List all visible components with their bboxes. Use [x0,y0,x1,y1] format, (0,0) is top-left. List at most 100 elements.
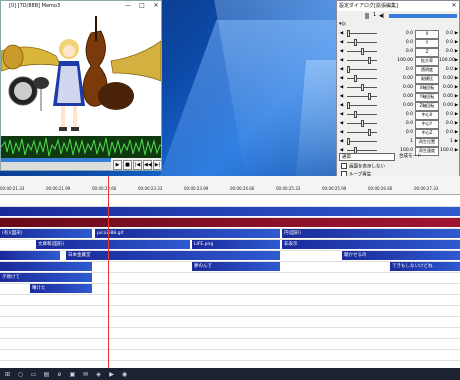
param-value-end[interactable]: 0.0 [439,47,453,56]
decrement-icon[interactable]: ◀ [339,38,344,47]
param-value-end[interactable]: 0.0 [439,38,453,47]
increment-icon[interactable]: ▶ [454,65,459,74]
play-button[interactable]: ▶ [113,160,122,170]
param-value-start[interactable]: 0.00 [397,92,413,101]
parameter-row[interactable]: ◀ 0.0 中心Y 0.0 ▶ [339,119,459,129]
param-value-start[interactable]: 0.0 [397,47,413,56]
layer-row[interactable] [0,295,460,306]
param-value-end[interactable]: 0.0 [439,29,453,38]
parameter-row[interactable]: ◀ 0.0 透明度 0.0 ▶ [339,65,459,75]
increment-icon[interactable]: ▶ [454,56,459,65]
timeline-clip[interactable]: 曙けた [30,284,92,293]
stop-button[interactable]: ■ [123,160,132,170]
increment-icon[interactable]: ▶ [454,47,459,56]
folder-icon[interactable]: ▤ [43,371,50,378]
timeline-clip[interactable]: 夕焼けて [0,273,92,282]
param-slider-track[interactable] [347,78,377,79]
param-slider-knob[interactable] [347,102,350,109]
playhead-cursor[interactable] [108,176,109,368]
layer-row[interactable] [0,306,460,317]
param-value-start[interactable]: 0.0 [397,128,413,137]
close-button[interactable]: ✕ [447,1,459,11]
param-slider-track[interactable] [347,141,377,142]
param-slider-knob[interactable] [347,138,350,145]
timeline-clip[interactable]: pico2i88.gif [95,229,280,238]
param-value-start[interactable]: 100.00 [397,56,413,65]
param-slider-knob[interactable] [347,66,350,73]
timeline-clip[interactable] [0,218,460,227]
timeline-clip[interactable]: 円(図形) [282,229,460,238]
param-value-start[interactable]: 0.00 [397,74,413,83]
param-value-start[interactable]: 0.0 [397,29,413,38]
param-slider-knob[interactable] [354,75,357,82]
param-slider-track[interactable] [347,114,377,115]
decrement-icon[interactable]: ◀ [339,128,344,137]
decrement-icon[interactable]: ◀ [339,74,344,83]
param-slider-knob[interactable] [368,93,371,100]
param-value-end[interactable]: 0.00 [439,101,453,110]
increment-icon[interactable]: ▶ [454,137,459,146]
timeline-clip[interactable] [0,207,460,216]
hide-screen-checkbox[interactable]: 画面を表示しない [341,163,385,170]
increment-icon[interactable]: ▶ [454,29,459,38]
param-slider-track[interactable] [347,42,377,43]
parameter-row[interactable]: ◀ 0.0 Y 0.0 ▶ [339,38,459,48]
param-value-start[interactable]: 0.00 [397,101,413,110]
decrement-icon[interactable]: ◀ [339,29,344,38]
aviutl-icon[interactable]: ◈ [95,371,102,378]
param-value-end[interactable]: 0.0 [439,119,453,128]
timeline-clip[interactable] [0,262,92,271]
increment-icon[interactable]: ▶ [454,110,459,119]
timeline-clip[interactable]: 夢のんで [192,262,280,271]
param-value-start[interactable]: 1 [397,137,413,146]
layer-row[interactable] [0,350,460,361]
param-value-end[interactable]: 0.00 [439,92,453,101]
increment-icon[interactable]: ▶ [454,146,459,155]
increment-icon[interactable]: ▶ [454,83,459,92]
param-value-end[interactable]: 0.00 [439,74,453,83]
audio-waveform[interactable] [1,136,161,158]
media-icon[interactable]: ▶ [108,371,115,378]
store-icon[interactable]: ▣ [69,371,76,378]
param-slider-track[interactable] [347,105,377,106]
frame-step-icon[interactable]: ◀| [379,13,387,19]
parameter-row[interactable]: ◀ 0.0 中心X 0.0 ▶ [339,110,459,120]
windows-icon[interactable]: ⊞ [4,371,11,378]
parameter-row[interactable]: ◀ 1 再生位置 1 ▶ [339,137,459,147]
param-slider-knob[interactable] [368,57,371,64]
param-value-end[interactable]: 0.00 [439,83,453,92]
param-slider-knob[interactable] [361,120,364,127]
time-ruler[interactable]: 00:00:21.33 00:00:21.99 00:00:22.66 00:00:2… [0,176,460,195]
param-value-start[interactable]: 0.0 [397,110,413,119]
increment-icon[interactable]: ▶ [454,92,459,101]
decrement-icon[interactable]: ◀ [339,119,344,128]
mail-icon[interactable]: ✉ [82,371,89,378]
param-value-start[interactable]: 0.0 [397,65,413,74]
param-slider-knob[interactable] [368,129,371,136]
settings-dialog[interactable]: 設定ダイアログ[拡張編集] ✕ 1 ◀| ▾◎ ◀ 0.0 X 0.0 ▶ ◀ 0.0 Y 0.… [336,0,460,196]
decrement-icon[interactable]: ◀ [339,56,344,65]
frame-back-button[interactable] [365,13,369,19]
param-slider-knob[interactable] [361,84,364,91]
chrome-icon[interactable]: ◉ [121,371,128,378]
layer-row[interactable] [0,328,460,339]
task-view-icon[interactable]: ▭ [30,371,37,378]
minimize-button[interactable]: — [121,1,135,11]
param-value-start[interactable]: 0.0 [397,119,413,128]
param-slider-track[interactable] [347,96,377,97]
param-value-end[interactable]: 0.0 [439,65,453,74]
blend-mode-select[interactable]: 通常 [339,153,395,161]
param-value-end[interactable]: 1 [439,137,453,146]
param-slider-track[interactable] [347,60,377,61]
frame-slider[interactable] [389,14,457,18]
decrement-icon[interactable]: ◀ [339,110,344,119]
decrement-icon[interactable]: ◀ [339,83,344,92]
timeline-clip[interactable] [0,251,60,260]
parameter-row[interactable]: ◀ 100.00 拡大率 100.00 ▶ [339,56,459,66]
param-slider-knob[interactable] [354,39,357,46]
video-preview-window[interactable]: [0] [7D/88B] Memo3 — □ ✕ ▶ ■ |◀ ◀◀ ▶| [0,0,162,171]
param-value-start[interactable]: 0.0 [397,38,413,47]
timeline-clip[interactable]: できもしないけどね [390,262,460,271]
param-value-start[interactable]: 0.00 [397,83,413,92]
param-value-end[interactable]: 100.00 [439,56,455,65]
